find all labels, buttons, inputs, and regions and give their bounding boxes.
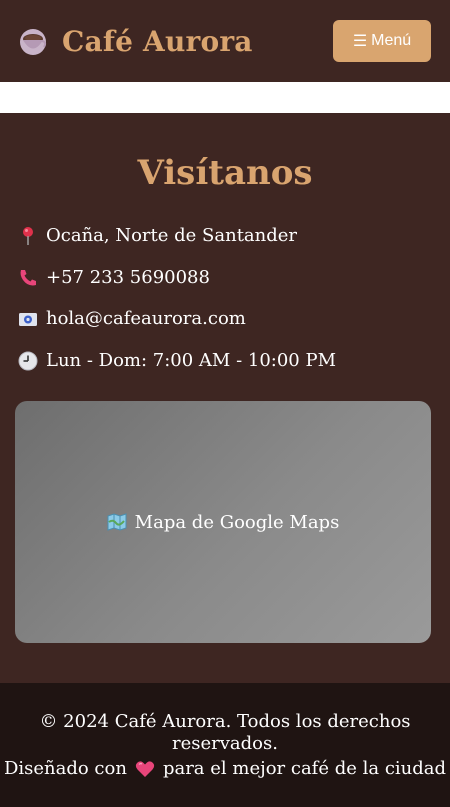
coffee-cup-icon [18, 27, 48, 57]
email-icon [18, 309, 38, 329]
divider-strip [0, 82, 450, 113]
credit-text-after: para el mejor café de la ciudad [162, 758, 447, 779]
site-footer: © 2024 Café Aurora. Todos los derechos r… [0, 683, 450, 807]
clock-icon [18, 351, 38, 371]
menu-button[interactable]: ☰ Menú [333, 20, 431, 62]
credit-line: Diseñado con para el mejor café de la ci… [0, 757, 450, 781]
email-text[interactable]: hola@cafeaurora.com [46, 307, 246, 331]
brand-logo[interactable]: Café Aurora [18, 24, 253, 60]
map-label: Mapa de Google Maps [134, 511, 340, 533]
address-row: Ocaña, Norte de Santander [18, 224, 297, 248]
copyright-text: © 2024 Café Aurora. Todos los derechos r… [39, 711, 411, 754]
map-placeholder[interactable]: Mapa de Google Maps [15, 401, 431, 643]
phone-icon [18, 268, 38, 288]
section-title: Visítanos [137, 153, 313, 193]
phone-row[interactable]: +57 233 5690088 [18, 266, 210, 290]
address-text: Ocaña, Norte de Santander [46, 225, 298, 246]
credit-text-before: Diseñado con [3, 758, 127, 779]
hours-row: Lun - Dom: 7:00 AM - 10:00 PM [18, 349, 336, 373]
brand-name: Café Aurora [62, 25, 253, 58]
pin-icon [18, 226, 38, 246]
hamburger-icon: ☰ [352, 33, 368, 50]
email-row[interactable]: hola@cafeaurora.com [18, 307, 246, 331]
phone-text[interactable]: +57 233 5690088 [46, 266, 210, 290]
heart-icon [135, 760, 155, 778]
site-header: Café Aurora ☰ Menú [0, 0, 450, 82]
visit-section: Visítanos Ocaña, Norte de Santander +57 … [0, 113, 450, 683]
map-icon [107, 513, 127, 531]
hours-text: Lun - Dom: 7:00 AM - 10:00 PM [46, 350, 337, 371]
menu-button-label: Menú [371, 32, 412, 49]
